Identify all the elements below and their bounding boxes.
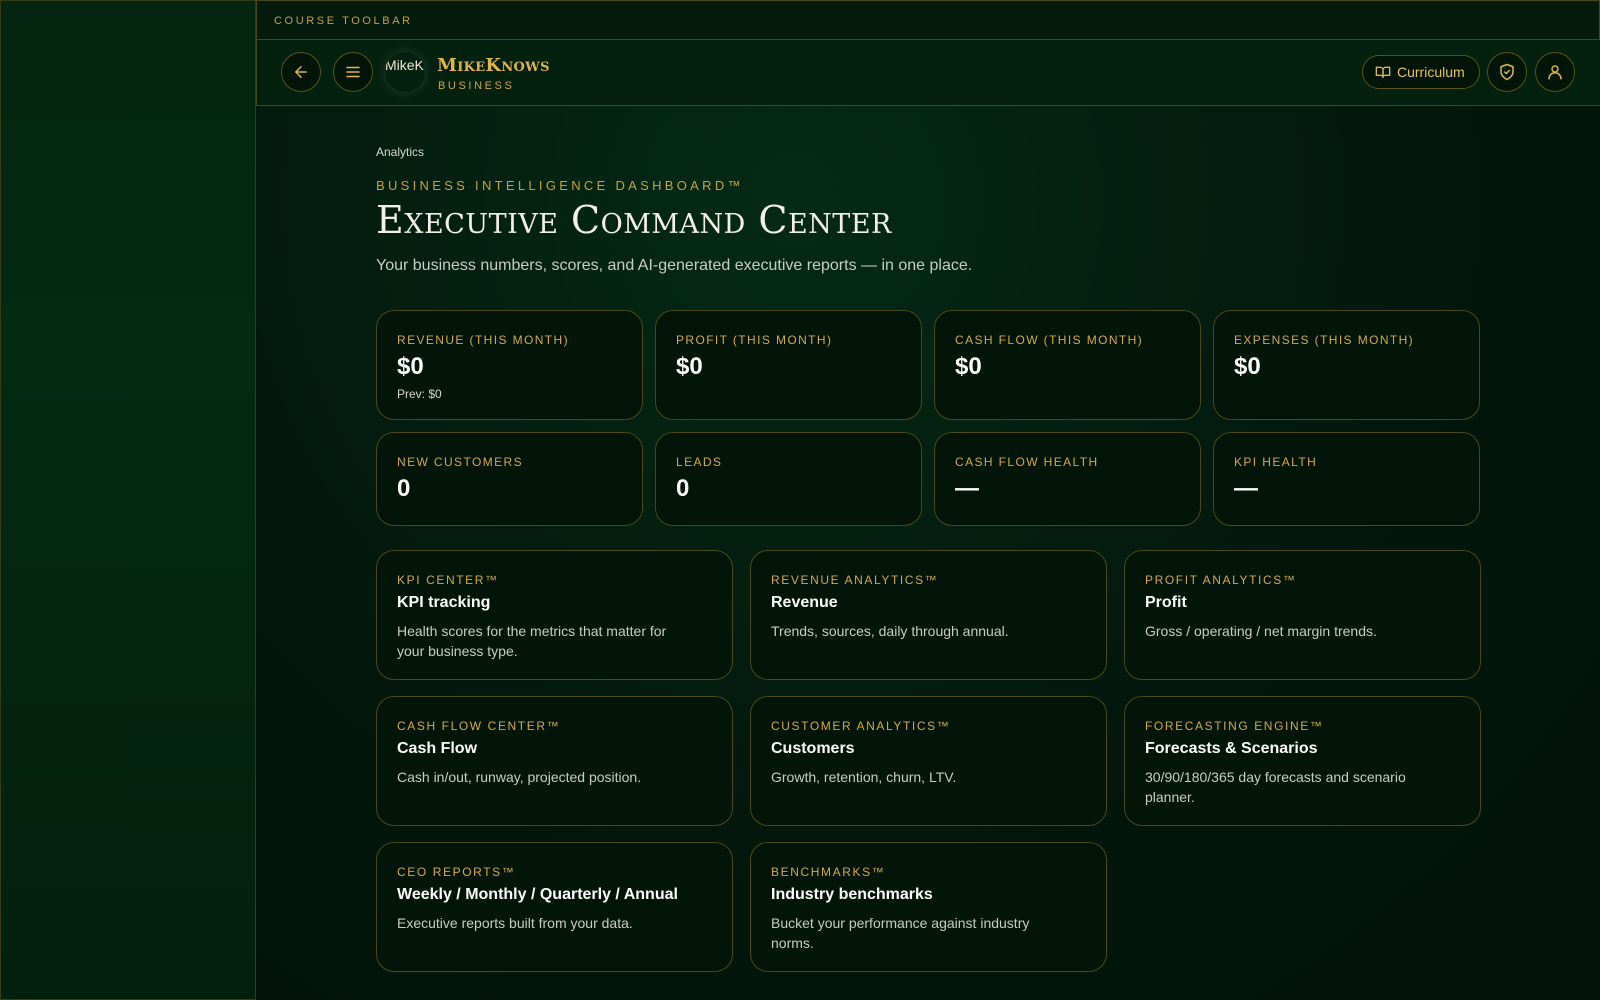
stat-label: EXPENSES (THIS MONTH)	[1234, 333, 1415, 347]
page-eyebrow: BUSINESS INTELLIGENCE DASHBOARD™	[376, 178, 744, 193]
feature-card-benchmarks[interactable]: BENCHMARKS™ Industry benchmarks Bucket y…	[750, 842, 1107, 972]
stat-value: —	[955, 475, 979, 502]
feature-description: Bucket your performance against industry…	[771, 915, 1030, 951]
feature-description: Cash in/out, runway, projected position.	[397, 769, 642, 785]
stat-label: CASH FLOW HEALTH	[955, 455, 1099, 469]
profile-button[interactable]	[1535, 52, 1575, 92]
stat-card-profit: PROFIT (THIS MONTH) $0	[655, 310, 922, 420]
feature-label: CASH FLOW CENTER™	[397, 719, 561, 733]
course-toolbar: COURSE TOOLBAR	[256, 0, 1600, 40]
feature-description: Growth, retention, churn, LTV.	[771, 769, 957, 785]
curriculum-label: Curriculum	[1397, 64, 1465, 80]
brand-subtitle: BUSINESS	[438, 80, 515, 92]
stat-card-new-customers: NEW CUSTOMERS 0	[376, 432, 643, 526]
stat-card-cash-flow-health: CASH FLOW HEALTH —	[934, 432, 1201, 526]
stat-card-leads: LEADS 0	[655, 432, 922, 526]
feature-card-cash-flow-center[interactable]: CASH FLOW CENTER™ Cash Flow Cash in/out,…	[376, 696, 733, 826]
feature-description: 30/90/180/365 day forecasts and scenario…	[1145, 769, 1406, 805]
feature-title: Cash Flow	[397, 740, 478, 757]
feature-label: PROFIT ANALYTICS™	[1145, 573, 1297, 587]
stat-card-kpi-health: KPI HEALTH —	[1213, 432, 1480, 526]
feature-title: Profit	[1145, 594, 1187, 611]
stat-value: 0	[676, 475, 690, 502]
feature-card-customer-analytics[interactable]: CUSTOMER ANALYTICS™ Customers Growth, re…	[750, 696, 1107, 826]
feature-label: CUSTOMER ANALYTICS™	[771, 719, 951, 733]
back-button[interactable]	[281, 52, 321, 92]
stat-label: LEADS	[676, 455, 723, 469]
feature-card-revenue-analytics[interactable]: REVENUE ANALYTICS™ Revenue Trends, sourc…	[750, 550, 1107, 680]
breadcrumb[interactable]: Analytics	[376, 145, 424, 159]
feature-label: BENCHMARKS™	[771, 865, 886, 879]
shield-check-icon	[1500, 63, 1514, 81]
feature-card-profit-analytics[interactable]: PROFIT ANALYTICS™ Profit Gross / operati…	[1124, 550, 1481, 680]
feature-label: REVENUE ANALYTICS™	[771, 573, 939, 587]
menu-button[interactable]	[333, 52, 373, 92]
stat-value: $0	[955, 353, 982, 380]
feature-description: Executive reports built from your data.	[397, 915, 633, 931]
stat-card-revenue: REVENUE (THIS MONTH) $0 Prev: $0	[376, 310, 643, 420]
stat-previous: Prev: $0	[397, 387, 442, 401]
stat-value: —	[1234, 475, 1258, 502]
curriculum-button[interactable]: Curriculum	[1362, 55, 1480, 89]
feature-card-kpi-center[interactable]: KPI CENTER™ KPI tracking Health scores f…	[376, 550, 733, 680]
feature-title: Customers	[771, 740, 855, 757]
arrow-left-icon	[295, 66, 307, 78]
stat-value: 0	[397, 475, 411, 502]
page-title: Executive Command Center	[376, 198, 892, 242]
stat-label: CASH FLOW (THIS MONTH)	[955, 333, 1144, 347]
top-bar: MikeKnows MikeKnows BUSINESS Curriculum	[256, 40, 1600, 106]
page-subtitle: Your business numbers, scores, and AI-ge…	[376, 257, 973, 274]
feature-label: CEO REPORTS™	[397, 865, 516, 879]
brand-name[interactable]: MikeKnows	[437, 55, 550, 76]
main-area: COURSE TOOLBAR MikeKnows MikeKnows BUSIN…	[256, 0, 1600, 1000]
feature-card-forecasting-engine[interactable]: FORECASTING ENGINE™ Forecasts & Scenario…	[1124, 696, 1481, 826]
stat-label: REVENUE (THIS MONTH)	[397, 333, 569, 347]
book-icon	[1375, 66, 1391, 78]
sidebar	[0, 0, 256, 1000]
feature-card-ceo-reports[interactable]: CEO REPORTS™ Weekly / Monthly / Quarterl…	[376, 842, 733, 972]
stat-card-expenses: EXPENSES (THIS MONTH) $0	[1213, 310, 1480, 420]
feature-label: FORECASTING ENGINE™	[1145, 719, 1324, 733]
stat-value: $0	[397, 353, 424, 380]
feature-description: Gross / operating / net margin trends.	[1145, 623, 1377, 639]
course-toolbar-label: COURSE TOOLBAR	[274, 15, 413, 27]
feature-title: Weekly / Monthly / Quarterly / Annual	[397, 886, 678, 903]
stat-value: $0	[1234, 353, 1261, 380]
menu-icon	[346, 66, 360, 78]
stat-card-cash-flow: CASH FLOW (THIS MONTH) $0	[934, 310, 1201, 420]
brand-logo[interactable]: MikeKnows	[385, 52, 425, 92]
stat-value: $0	[676, 353, 703, 380]
stat-label: NEW CUSTOMERS	[397, 455, 523, 469]
feature-title: Forecasts & Scenarios	[1145, 740, 1318, 757]
feature-description: Health scores for the metrics that matte…	[397, 623, 667, 659]
feature-title: KPI tracking	[397, 594, 491, 611]
admin-button[interactable]	[1487, 52, 1527, 92]
feature-title: Industry benchmarks	[771, 886, 933, 903]
stat-label: PROFIT (THIS MONTH)	[676, 333, 833, 347]
feature-title: Revenue	[771, 594, 838, 611]
stat-label: KPI HEALTH	[1234, 455, 1318, 469]
feature-label: KPI CENTER™	[397, 573, 499, 587]
feature-description: Trends, sources, daily through annual.	[771, 623, 1009, 639]
user-icon	[1548, 65, 1562, 80]
